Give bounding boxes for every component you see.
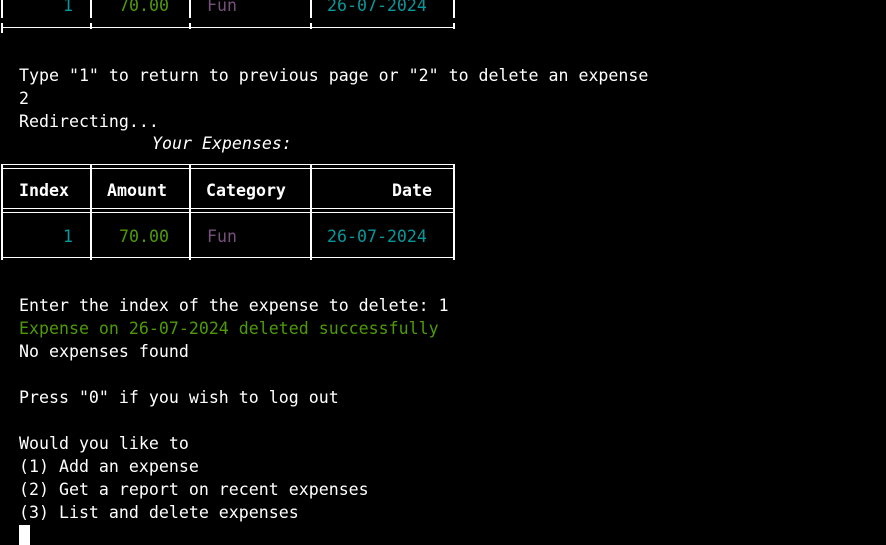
user-input-echo: 2 <box>19 89 29 108</box>
table-border <box>1 208 455 213</box>
table-border <box>90 23 92 29</box>
delete-index-prompt: Enter the index of the expense to delete… <box>19 296 449 315</box>
header-date: Date <box>392 181 432 200</box>
navigation-prompt: Type "1" to return to previous page or "… <box>19 66 649 85</box>
table-border <box>1 164 455 169</box>
table-title: Your Expenses: <box>152 134 292 153</box>
cell-date: 26-07-2024 <box>327 227 427 246</box>
table-border <box>453 23 455 29</box>
table-border <box>453 0 455 18</box>
cell-category: Fun <box>207 227 237 246</box>
redirecting-message: Redirecting... <box>19 112 159 131</box>
menu-question: Would you like to <box>19 434 189 453</box>
table-border <box>1 0 3 18</box>
text-cursor[interactable] <box>19 525 30 545</box>
table-border <box>1 164 3 260</box>
menu-option-report: (2) Get a report on recent expenses <box>19 480 369 499</box>
delete-success-message: Expense on 26-07-2024 deleted successful… <box>19 319 439 338</box>
cell-amount: 70.00 <box>119 227 169 246</box>
table-border <box>189 164 191 260</box>
table-border <box>1 257 455 258</box>
logout-prompt: Press "0" if you wish to log out <box>19 388 339 407</box>
table-border <box>90 0 92 18</box>
cell-index: 1 <box>63 227 73 246</box>
expenses-table: Index Amount Category Date 1 70.00 Fun 2… <box>1 164 455 260</box>
table-border <box>1 27 455 28</box>
header-index: Index <box>19 181 69 200</box>
cell-amount: 70.00 <box>119 0 169 15</box>
header-category: Category <box>206 181 286 200</box>
menu-option-list-delete: (3) List and delete expenses <box>19 503 299 522</box>
header-amount: Amount <box>107 181 167 200</box>
previous-expense-table: 1 70.00 Fun 26-07-2024 <box>1 0 455 33</box>
cell-index: 1 <box>63 0 73 15</box>
cell-date: 26-07-2024 <box>327 0 427 15</box>
menu-option-add-expense: (1) Add an expense <box>19 457 199 476</box>
no-expenses-message: No expenses found <box>19 342 189 361</box>
table-border <box>90 164 92 260</box>
cell-category: Fun <box>207 0 237 15</box>
terminal-window[interactable]: 1 70.00 Fun 26-07-2024 Type "1" to retur… <box>0 0 886 545</box>
table-border <box>1 23 3 33</box>
table-border <box>189 23 191 29</box>
table-border <box>310 164 312 260</box>
table-border <box>453 164 455 260</box>
table-border <box>310 23 312 29</box>
table-border <box>189 0 191 18</box>
table-border <box>310 0 312 18</box>
